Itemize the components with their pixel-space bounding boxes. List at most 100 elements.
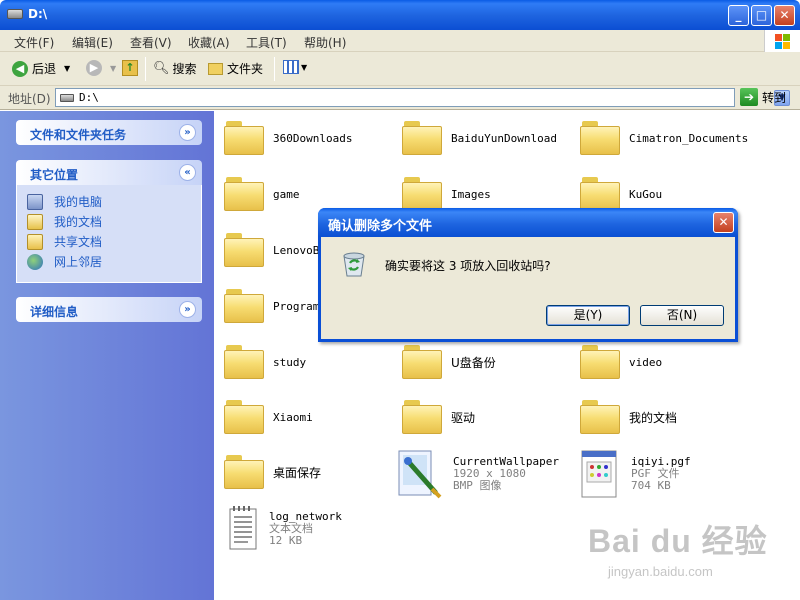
watermark-url: jingyan.baidu.com [608, 564, 713, 579]
back-button[interactable]: ◀ 后退 ▼ [12, 60, 70, 77]
item-name: U盘备份 [451, 355, 496, 370]
menu-help[interactable]: 帮助(H) [304, 34, 346, 51]
address-field[interactable]: D:\ ▼ [55, 88, 790, 107]
back-arrow-icon: ◀ [12, 60, 28, 77]
up-folder-icon: ↑ [122, 60, 138, 76]
place-shared-documents[interactable]: 共享文档 [27, 233, 102, 250]
other-places-body: 我的电脑 我的文档 共享文档 网上邻居 [16, 185, 202, 283]
forward-button[interactable]: ▶ ▼ [86, 60, 116, 76]
folder-item[interactable]: U盘备份 [402, 345, 496, 379]
minimize-button[interactable]: _ [728, 5, 749, 26]
item-name: video [629, 355, 663, 369]
details-header[interactable]: 详细信息 » [16, 297, 202, 322]
folder-item[interactable]: Program [224, 289, 319, 323]
folder-icon [580, 177, 620, 211]
network-globe-icon [27, 253, 43, 270]
folder-item[interactable]: KuGou [580, 177, 662, 211]
folder-item[interactable]: 我的文档 [580, 400, 677, 434]
menu-bar: 文件(F) 编辑(E) 查看(V) 收藏(A) 工具(T) 帮助(H) [0, 30, 800, 52]
shared-folder-icon [27, 233, 43, 250]
address-value[interactable]: D:\ [79, 91, 99, 104]
task-pane: 文件和文件夹任务 » 其它位置 « 我的电脑 我的文档 共享文档 网上邻居 详细… [0, 111, 214, 600]
menu-edit[interactable]: 编辑(E) [72, 34, 113, 51]
dialog-titlebar[interactable]: 确认删除多个文件 ✕ [318, 208, 738, 237]
folder-item[interactable]: BaiduYunDownload [402, 121, 557, 155]
no-button[interactable]: 否(N) [640, 305, 724, 326]
views-dropdown-icon: ▼ [301, 62, 308, 72]
folder-item[interactable]: 桌面保存 [224, 455, 321, 489]
folder-item[interactable]: study [224, 345, 306, 379]
file-meta: log_network 文本文档 12 KB [269, 511, 342, 547]
other-places-title: 其它位置 [30, 168, 79, 182]
dialog-message: 确实要将这 3 项放入回收站吗? [385, 259, 551, 273]
folder-item[interactable]: Images [402, 177, 491, 211]
go-button[interactable]: ➔ 转到 [740, 88, 786, 106]
back-label: 后退 [32, 62, 57, 76]
search-button[interactable]: 🔍︎ 搜索 [153, 60, 197, 77]
toolbar-separator [145, 57, 146, 81]
other-places-header[interactable]: 其它位置 « [16, 160, 202, 185]
folder-icon [208, 62, 223, 75]
folder-icon [224, 121, 264, 155]
menu-favorites[interactable]: 收藏(A) [188, 34, 230, 51]
folder-item[interactable]: 360Downloads [224, 121, 352, 155]
go-label: 转到 [762, 90, 787, 105]
item-size: 12 KB [269, 534, 303, 547]
back-dropdown-icon[interactable]: ▼ [64, 64, 70, 73]
folder-item[interactable]: Cimatron_Documents [580, 121, 748, 155]
place-network[interactable]: 网上邻居 [27, 253, 102, 270]
item-name: game [273, 187, 300, 201]
menu-file[interactable]: 文件(F) [14, 34, 54, 51]
views-button[interactable]: ▼ [283, 60, 307, 74]
expand-chevron-icon[interactable]: » [179, 301, 196, 318]
search-icon: 🔍︎ [153, 61, 170, 76]
window-titlebar[interactable]: D:\ _ □ ✕ [0, 0, 800, 30]
views-icon [283, 60, 299, 74]
forward-dropdown-icon[interactable]: ▼ [110, 64, 116, 73]
drive-icon [7, 9, 23, 19]
item-name: study [273, 355, 307, 369]
folder-icon [224, 233, 264, 267]
menu-tools[interactable]: 工具(T) [246, 34, 287, 51]
folder-icon [402, 121, 442, 155]
maximize-button[interactable]: □ [751, 5, 772, 26]
recycle-bin-icon [343, 252, 365, 277]
bitmap-image-icon [398, 450, 442, 499]
toolbar: ◀ 后退 ▼ ▶ ▼ ↑ 🔍︎ 搜索 文件夹 ▼ [0, 52, 800, 86]
file-item[interactable]: iqiyi.pgf PGF 文件 704 KB [578, 449, 691, 499]
folder-item[interactable]: Xiaomi [224, 400, 313, 434]
folder-item[interactable]: video [580, 345, 662, 379]
folder-icon [224, 400, 264, 434]
baidu-watermark: Bai du 经验 jingyan.baidu.com [588, 516, 768, 579]
place-my-computer[interactable]: 我的电脑 [27, 193, 102, 210]
dialog-title: 确认删除多个文件 [328, 219, 433, 234]
item-name: 我的文档 [629, 410, 678, 425]
address-label: 地址(D) [8, 92, 51, 106]
item-name: Program [273, 299, 320, 313]
file-tasks-header[interactable]: 文件和文件夹任务 » [16, 120, 202, 145]
menu-view[interactable]: 查看(V) [130, 34, 172, 51]
folder-item[interactable]: game [224, 177, 300, 211]
place-my-documents[interactable]: 我的文档 [27, 213, 102, 230]
expand-chevron-icon[interactable]: » [179, 124, 196, 141]
details-title: 详细信息 [30, 305, 79, 319]
toolbar-separator [274, 57, 275, 81]
folders-button[interactable]: 文件夹 [208, 60, 263, 77]
file-item[interactable]: log_network 文本文档 12 KB [224, 505, 342, 553]
dialog-close-button[interactable]: ✕ [713, 212, 734, 233]
file-item[interactable]: CurrentWallpaper 1920 x 1080 BMP 图像 [396, 449, 559, 499]
folder-item[interactable]: 驱动 [402, 400, 475, 434]
file-meta: iqiyi.pgf PGF 文件 704 KB [631, 456, 691, 492]
folder-item[interactable]: LenovoBa [224, 233, 326, 267]
item-type: BMP 图像 [453, 479, 502, 492]
place-label: 网上邻居 [54, 255, 103, 269]
item-size: 704 KB [631, 479, 671, 492]
close-button[interactable]: ✕ [774, 5, 795, 26]
place-label: 我的文档 [54, 215, 103, 229]
collapse-chevron-icon[interactable]: « [179, 164, 196, 181]
text-document-icon [229, 506, 257, 550]
item-name: BaiduYunDownload [451, 131, 557, 145]
up-folder-button[interactable]: ↑ [122, 60, 138, 76]
folder-icon [224, 345, 264, 379]
yes-button[interactable]: 是(Y) [546, 305, 630, 326]
